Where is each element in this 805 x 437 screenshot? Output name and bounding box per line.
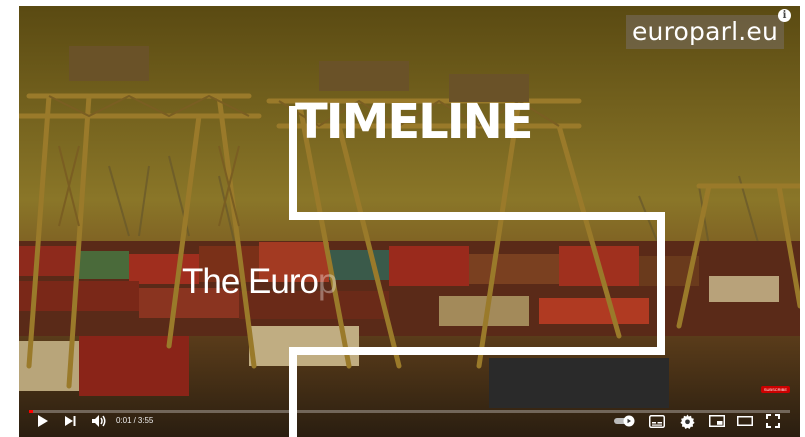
video-subtitle-overlay: The Europ <box>182 262 337 301</box>
volume-icon[interactable] <box>89 413 109 429</box>
next-icon[interactable] <box>61 413 79 429</box>
subscribe-button[interactable]: SUBSCRIBE <box>760 386 790 393</box>
video-title-overlay: TIMELINE <box>295 94 534 150</box>
fullscreen-icon[interactable] <box>763 413 783 429</box>
play-icon[interactable] <box>33 413 51 429</box>
subtitle-text: The Euro <box>182 262 319 301</box>
player-controls: 0:01/3:55 <box>19 405 800 437</box>
autoplay-toggle-icon[interactable] <box>613 413 637 429</box>
video-frame <box>19 6 800 437</box>
subtitles-icon[interactable] <box>647 413 667 429</box>
video-player[interactable]: europarl.eu i TIMELINE The Europ SUBSCRI… <box>19 6 800 437</box>
miniplayer-icon[interactable] <box>707 413 727 429</box>
time-display: 0:01/3:55 <box>116 415 153 427</box>
info-icon[interactable]: i <box>778 9 791 22</box>
duration: 3:55 <box>137 416 154 425</box>
theater-icon[interactable] <box>735 413 755 429</box>
europarl-logo[interactable]: europarl.eu <box>625 15 784 49</box>
current-time: 0:01 <box>116 416 132 425</box>
time-separator: / <box>133 416 136 425</box>
settings-icon[interactable] <box>677 413 697 429</box>
subtitle-fading-text: p <box>317 262 337 301</box>
